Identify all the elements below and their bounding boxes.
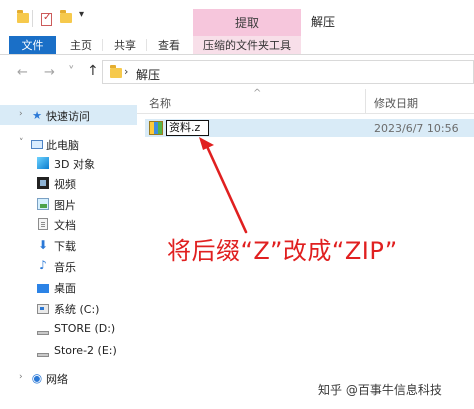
sidebar-item-label: 此电脑 [46, 139, 79, 152]
path-separator-icon[interactable]: › [124, 65, 128, 78]
sidebar-item-label: 桌面 [54, 282, 76, 295]
title-bar: ▾ 提取 解压 [0, 0, 474, 36]
ribbon-tabs: 文件 主页 共享 查看 压缩的文件夹工具 [0, 36, 474, 55]
folder-small-icon [17, 10, 29, 23]
sidebar-item-label: 文档 [54, 219, 76, 232]
file-list-header: 名称 ^ 修改日期 [137, 88, 474, 114]
sidebar-item-drive-d[interactable]: STORE (D:) [0, 319, 137, 339]
sidebar-item-documents[interactable]: 文档 [0, 214, 137, 234]
file-modified-date: 2023/6/7 10:56 [374, 122, 459, 135]
address-folder-icon [110, 65, 122, 78]
chevron-right-icon[interactable]: › [19, 109, 23, 119]
sidebar-item-network[interactable]: › ◉ 网络 [0, 368, 137, 388]
sort-arrow-icon: ^ [253, 88, 262, 99]
sidebar-item-label: STORE (D:) [54, 322, 116, 335]
picture-icon [37, 198, 49, 210]
sidebar-item-drive-c[interactable]: 系统 (C:) [0, 298, 137, 318]
sidebar-item-label: 视频 [54, 178, 76, 191]
up-icon[interactable]: ↑ [87, 63, 99, 79]
sidebar-item-this-pc[interactable]: ˅ 此电脑 [0, 134, 137, 154]
column-separator[interactable] [365, 89, 366, 113]
network-icon: ◉ [31, 371, 43, 385]
ribbon-divider [146, 39, 147, 51]
star-icon: ★ [32, 108, 42, 122]
rename-input[interactable]: 资料.z [166, 120, 209, 136]
file-row[interactable]: 资料.z 2023/6/7 10:56 [145, 119, 474, 137]
recent-locations-icon[interactable]: ˅ [68, 65, 75, 80]
sidebar-item-label: 图片 [54, 199, 76, 212]
window-title: 解压 [311, 15, 336, 29]
column-modified[interactable]: 修改日期 [374, 95, 418, 111]
properties-icon[interactable] [41, 12, 52, 26]
folder-icon[interactable] [17, 10, 29, 23]
watermark: 知乎 @百事牛信息科技 [318, 383, 442, 397]
ribbon-divider [102, 39, 103, 51]
sidebar-item-drive-e[interactable]: Store-2 (E:) [0, 341, 137, 361]
3d-objects-icon [37, 157, 49, 169]
sidebar-item-label: 网络 [46, 373, 68, 386]
sidebar-item-label: 快速访问 [46, 110, 90, 123]
desktop-icon [37, 282, 49, 294]
sidebar-item-music[interactable]: ♪ 音乐 [0, 256, 137, 276]
chevron-right-icon[interactable]: › [19, 372, 23, 382]
column-name[interactable]: 名称 [149, 95, 171, 111]
forward-icon[interactable]: → [44, 65, 55, 80]
download-icon: ⬇ [37, 238, 49, 252]
sidebar-item-3d-objects[interactable]: 3D 对象 [0, 153, 137, 173]
address-folder-shape [110, 65, 122, 78]
computer-icon [31, 138, 43, 150]
sidebar-item-label: 下载 [54, 240, 76, 253]
address-bar: ← → ˅ ↑ › 解压 [0, 55, 474, 89]
address-path: 解压 [136, 68, 161, 82]
properties-check-icon [41, 12, 52, 26]
tab-view[interactable]: 查看 [152, 36, 186, 54]
quick-access-divider [32, 10, 33, 27]
music-icon: ♪ [39, 258, 47, 272]
context-tab-header[interactable]: 提取 [193, 9, 301, 36]
file-explorer-window: ▾ 提取 解压 文件 主页 共享 查看 压缩的文件夹工具 ← → ˅ ↑ › 解… [0, 0, 474, 409]
annotation-text: 将后缀“Z”改成“ZIP” [167, 237, 398, 265]
document-icon [37, 218, 49, 230]
sidebar-item-video[interactable]: 视频 [0, 173, 137, 193]
sidebar-item-label: 3D 对象 [54, 158, 95, 171]
tab-compressed-folder-tools[interactable]: 压缩的文件夹工具 [193, 36, 301, 54]
drive-icon [37, 303, 49, 315]
chevron-down-icon[interactable]: ▾ [79, 9, 84, 20]
drive-icon [37, 349, 49, 361]
video-icon [37, 177, 49, 189]
sidebar-item-label: Store-2 (E:) [54, 344, 117, 357]
address-input[interactable]: › 解压 [102, 60, 474, 84]
new-folder-small-icon [60, 10, 72, 23]
winrar-archive-icon [149, 121, 163, 135]
sidebar-item-quick-access[interactable]: › ★ 快速访问 [0, 105, 137, 125]
back-icon[interactable]: ← [17, 65, 28, 80]
sidebar-item-label: 音乐 [54, 261, 76, 274]
sidebar-item-downloads[interactable]: ⬇ 下载 [0, 235, 137, 255]
sidebar-item-desktop[interactable]: 桌面 [0, 277, 137, 297]
navigation-pane: › ★ 快速访问 ˅ 此电脑 3D 对象 视频 图片 文档 ⬇ 下载 ♪ 音乐 … [0, 89, 137, 409]
chevron-down-icon[interactable]: ˅ [19, 138, 24, 148]
tab-share[interactable]: 共享 [108, 36, 142, 54]
sidebar-item-pictures[interactable]: 图片 [0, 194, 137, 214]
new-folder-icon[interactable] [60, 10, 72, 23]
tab-home[interactable]: 主页 [64, 36, 98, 54]
drive-icon [37, 327, 49, 339]
sidebar-item-label: 系统 (C:) [54, 303, 100, 316]
tab-file[interactable]: 文件 [9, 36, 56, 54]
